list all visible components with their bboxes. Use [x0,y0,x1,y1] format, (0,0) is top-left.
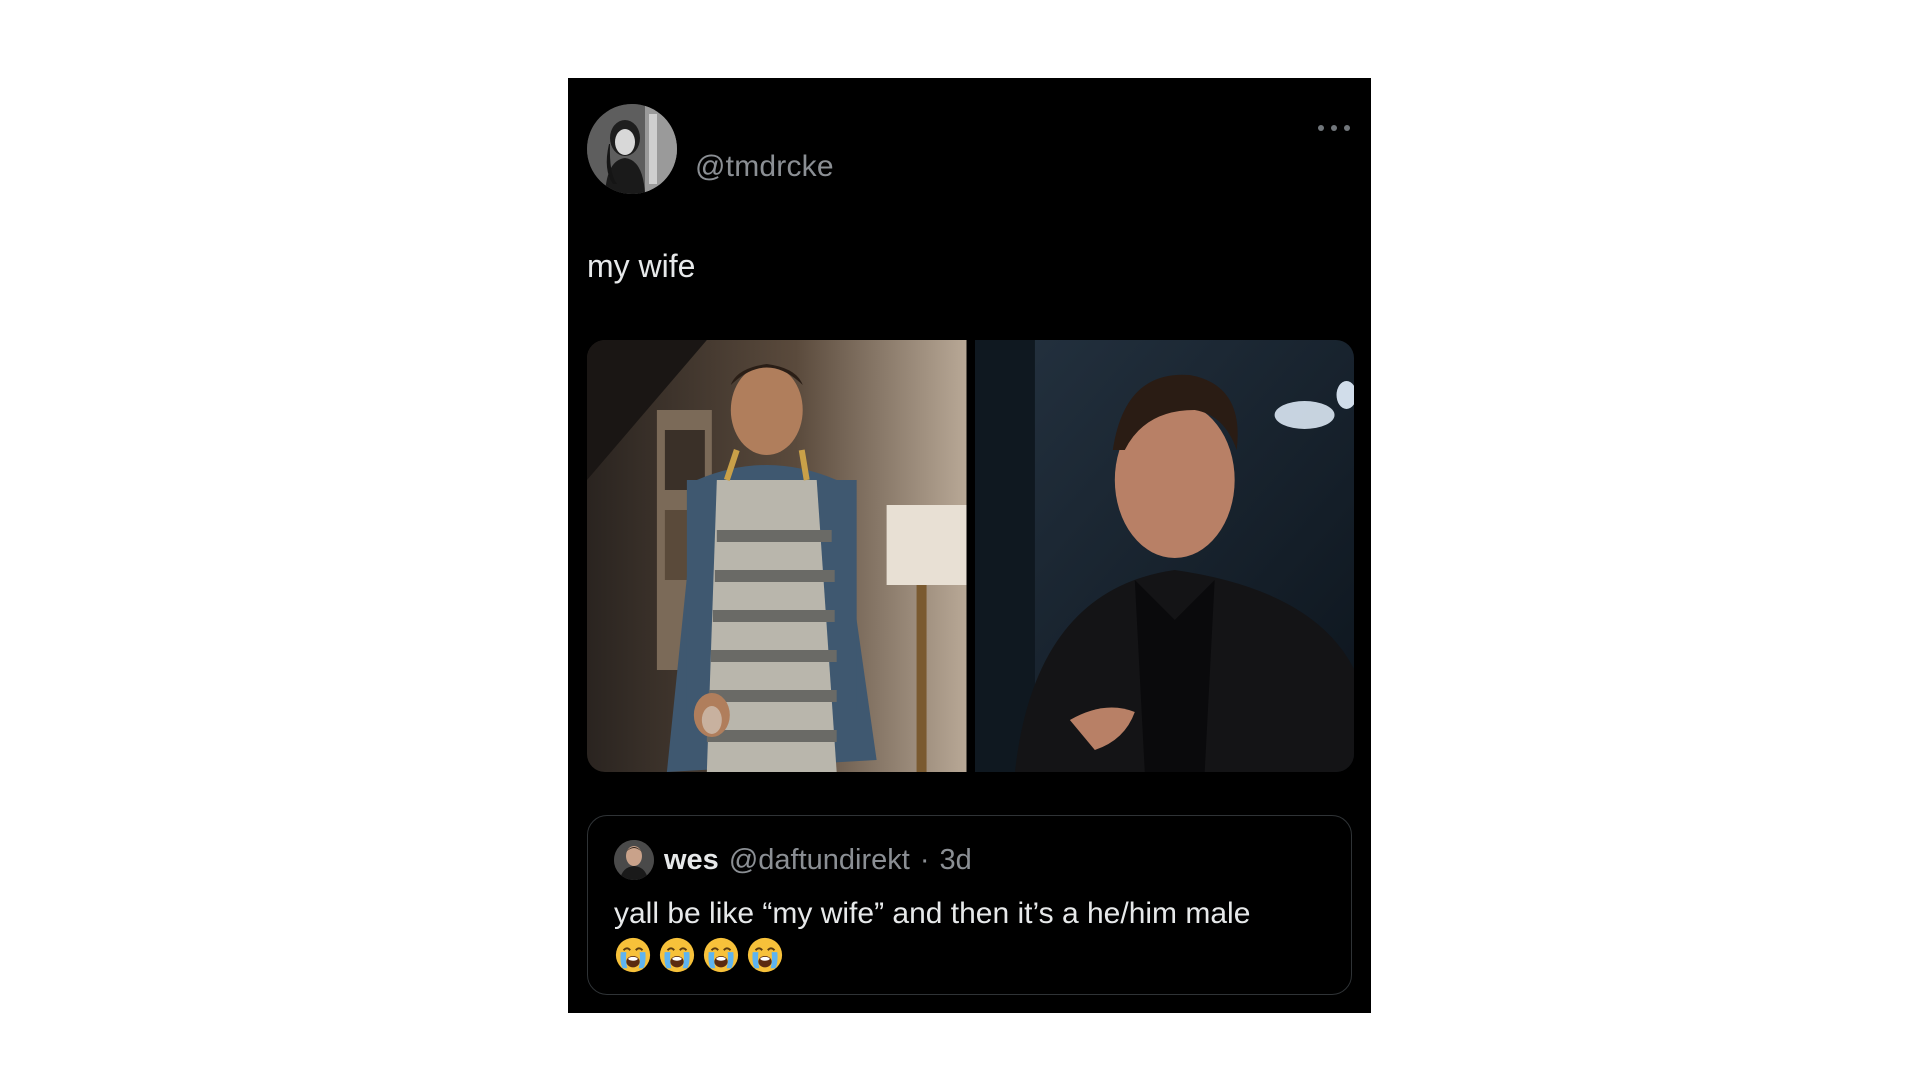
user-handle[interactable]: @tmdrcke [695,150,834,184]
emoji-row [614,936,1334,974]
loudly-crying-face-icon [702,936,740,974]
quoted-tweet[interactable]: wes @daftundirekt · 3d yall be like “my … [587,815,1352,995]
photo-man-jacket[interactable] [974,340,1354,772]
quoted-user-avatar[interactable] [614,840,654,880]
media-grid[interactable] [587,340,1354,772]
tweet-text: my wife [587,248,696,284]
loudly-crying-face-icon [746,936,784,974]
quoted-user-name[interactable]: wes [664,844,719,877]
separator-dot: · [919,843,930,876]
loudly-crying-face-icon [658,936,696,974]
quoted-user-handle[interactable]: @daftundirekt [729,844,910,877]
quoted-tweet-time[interactable]: 3d [939,844,971,877]
quoted-tweet-header: wes @daftundirekt · 3d [614,840,972,880]
quoted-tweet-body: yall be like “my wife” and then it’s a h… [614,897,1251,930]
user-avatar[interactable] [587,104,677,194]
more-options-icon[interactable] [1318,122,1350,134]
photo-man-apron[interactable] [587,340,967,772]
loudly-crying-face-icon [614,936,652,974]
quoted-tweet-text: yall be like “my wife” and then it’s a h… [614,894,1334,974]
tweet-card[interactable]: @tmdrcke my wife wes @daftundirekt · 3d … [568,78,1371,1013]
